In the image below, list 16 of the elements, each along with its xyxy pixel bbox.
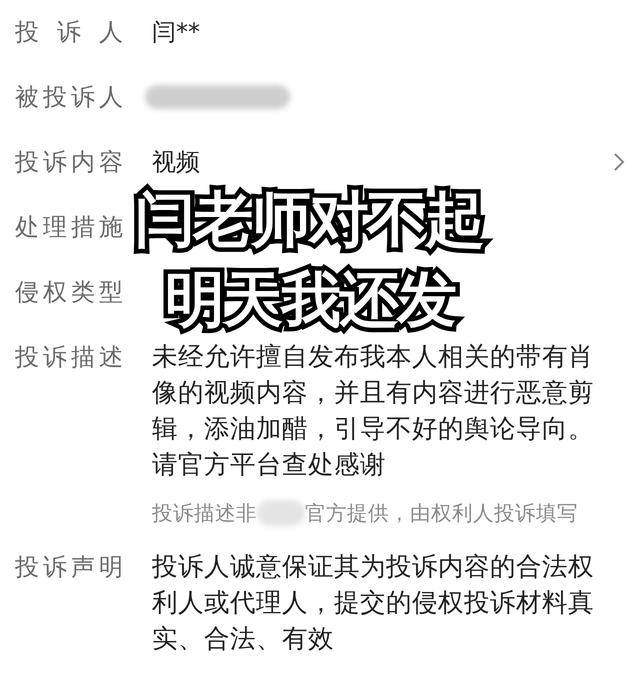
field-label: 投诉人 bbox=[15, 17, 123, 48]
description-text: 未经允许擅自发布我本人相关的带有肖像的视频内容，并且有内容进行恶意剪辑，添油加醋，引导不好的舆论导向。请官方平台查处感谢 bbox=[152, 341, 595, 482]
field-value: 闫** bbox=[152, 17, 200, 48]
field-label: 处理措施 bbox=[15, 212, 123, 243]
note-text: 投诉描述非 bbox=[152, 500, 257, 527]
chevron-icon bbox=[613, 152, 625, 172]
note-text: 官方提供，由权利人投诉填写 bbox=[305, 500, 578, 527]
field-label: 侵权类型 bbox=[15, 277, 123, 308]
description-text: 投诉人诚意保证其为投诉内容的合法权利人或代理人，提交的侵权投诉材料真实、合法、有效 bbox=[152, 551, 595, 656]
field-label: 投诉声明 bbox=[15, 552, 123, 583]
caption-text: 闫老师对不起 bbox=[126, 180, 492, 260]
field-label: 投诉描述 bbox=[15, 342, 123, 373]
caption-text: 明天我还发 bbox=[156, 260, 464, 340]
blurred-name bbox=[257, 500, 305, 526]
field-label: 被投诉人 bbox=[15, 82, 123, 113]
field-label: 投诉内容 bbox=[15, 147, 123, 178]
